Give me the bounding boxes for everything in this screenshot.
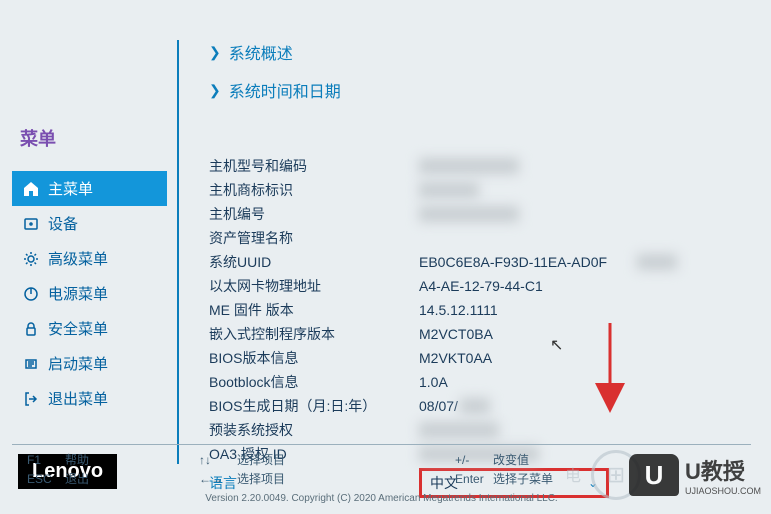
chevron-right-icon: ❯ — [209, 82, 221, 99]
menu-advanced[interactable]: 高级菜单 — [12, 241, 167, 276]
sidebar-title: 菜单 — [12, 125, 167, 151]
enter-key: Enter 选择子菜单 — [455, 470, 553, 487]
info-value: A4-AE-12-79-44-C1 — [419, 278, 543, 294]
menu-label: 退出菜单 — [48, 388, 108, 409]
info-value: 08/07/ — [419, 398, 458, 414]
lock-icon — [22, 320, 40, 338]
info-row: 主机型号和编码 — [209, 156, 741, 176]
menu-exit[interactable]: 退出菜单 — [12, 381, 167, 416]
menu-power[interactable]: 电源菜单 — [12, 276, 167, 311]
info-value: 14.5.12.1111 — [419, 302, 498, 318]
info-row: 主机编号 — [209, 204, 741, 224]
vertical-divider — [177, 40, 179, 464]
menu-label: 设备 — [48, 213, 78, 234]
info-row: 主机商标标识 — [209, 180, 741, 200]
power-icon — [22, 285, 40, 303]
boot-icon — [22, 355, 40, 373]
info-value: M2VKT0AA — [419, 350, 492, 366]
info-row: ME 固件 版本 14.5.12.1111 — [209, 300, 741, 320]
info-value-blurred — [419, 158, 519, 174]
chevron-right-icon: ❯ — [209, 44, 221, 61]
info-label: 主机型号和编码 — [209, 156, 419, 176]
info-row: Bootblock信息 1.0A — [209, 372, 741, 392]
info-row: BIOS版本信息 M2VKT0AA — [209, 348, 741, 368]
info-value: EB0C6E8A-F93D-11EA-AD0F — [419, 254, 607, 270]
info-value-blurred — [419, 206, 519, 222]
info-label: 预装系统授权 — [209, 420, 419, 440]
exit-icon — [22, 390, 40, 408]
info-label: BIOS版本信息 — [209, 348, 419, 368]
menu-main[interactable]: 主菜单 — [12, 171, 167, 206]
info-label: Bootblock信息 — [209, 372, 419, 392]
info-row: 资产管理名称 — [209, 228, 741, 248]
info-row: 嵌入式控制程序版本 M2VCT0BA — [209, 324, 741, 344]
devices-icon — [22, 215, 40, 233]
info-row: BIOS生成日期（月:日:年） 08/07/ — [209, 396, 741, 416]
watermark-ujiaoshou: U U教授 UJIAOSHOU.COM — [629, 454, 761, 496]
info-value-blurred — [419, 182, 479, 198]
menu-security[interactable]: 安全菜单 — [12, 311, 167, 346]
info-label: 资产管理名称 — [209, 228, 419, 248]
info-value-blurred — [637, 254, 677, 270]
watermark-text: 电 — [565, 462, 581, 486]
menu-devices[interactable]: 设备 — [12, 206, 167, 241]
info-value: M2VCT0BA — [419, 326, 493, 342]
info-label: 主机编号 — [209, 204, 419, 224]
leftright-key: ←→ 选择项目 — [199, 470, 285, 487]
home-icon — [22, 180, 40, 198]
menu-label: 安全菜单 — [48, 318, 108, 339]
section-datetime[interactable]: ❯ 系统时间和日期 — [209, 78, 741, 102]
info-value-blurred — [419, 422, 499, 438]
help-key: F1 帮助 — [27, 451, 89, 468]
info-label: 主机商标标识 — [209, 180, 419, 200]
info-row: 预装系统授权 — [209, 420, 741, 440]
info-label: BIOS生成日期（月:日:年） — [209, 396, 419, 416]
info-label: ME 固件 版本 — [209, 300, 419, 320]
menu-label: 启动菜单 — [48, 353, 108, 374]
section-label: 系统时间和日期 — [229, 78, 341, 102]
u-shield-icon: U — [629, 454, 679, 496]
info-row: 以太网卡物理地址 A4-AE-12-79-44-C1 — [209, 276, 741, 296]
section-overview[interactable]: ❯ 系统概述 — [209, 40, 741, 64]
info-label: 系统UUID — [209, 252, 419, 272]
menu-label: 高级菜单 — [48, 248, 108, 269]
menu-boot[interactable]: 启动菜单 — [12, 346, 167, 381]
info-label: 以太网卡物理地址 — [209, 276, 419, 296]
exit-key: ESC 退出 — [27, 470, 89, 487]
updown-key: ↑↓ 选择项目 — [199, 451, 285, 468]
info-row: 系统UUID EB0C6E8A-F93D-11EA-AD0F — [209, 252, 741, 272]
change-key: +/- 改变值 — [455, 451, 553, 468]
section-label: 系统概述 — [229, 40, 293, 64]
menu-label: 电源菜单 — [48, 283, 108, 304]
info-value: 1.0A — [419, 374, 448, 390]
info-value-blurred — [460, 398, 490, 414]
gear-icon — [22, 250, 40, 268]
menu-label: 主菜单 — [48, 178, 93, 199]
info-label: 嵌入式控制程序版本 — [209, 324, 419, 344]
